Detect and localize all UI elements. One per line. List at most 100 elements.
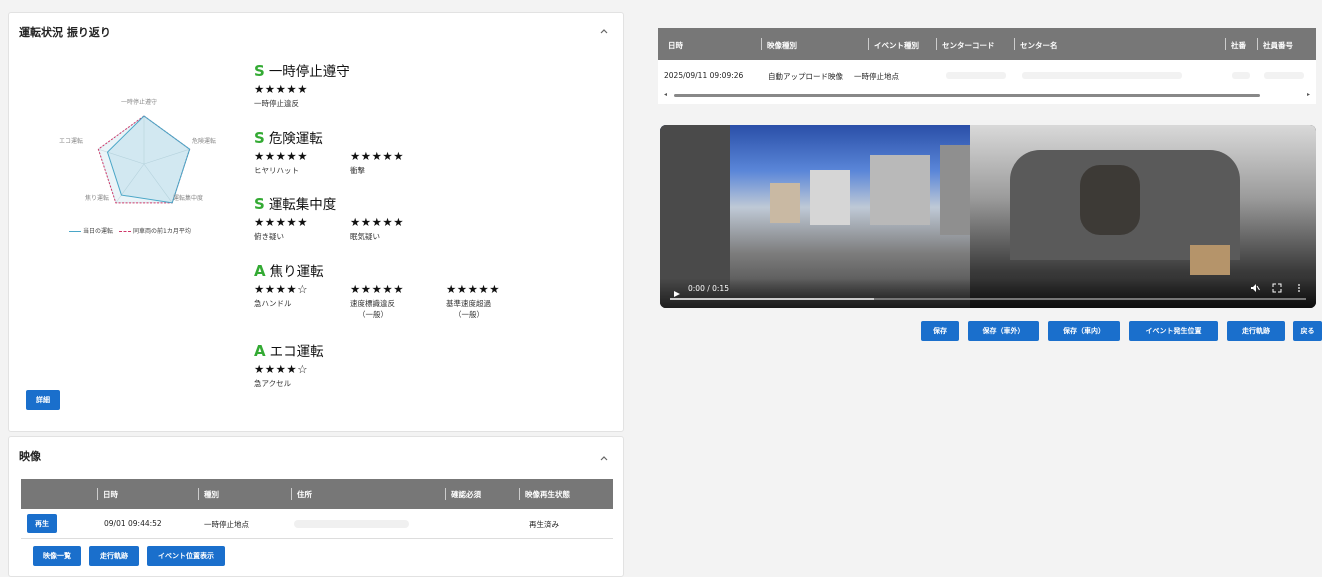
back-button[interactable]: 戻る <box>1293 321 1322 341</box>
video-list-button[interactable]: 映像一覧 <box>33 546 81 566</box>
header-play-status: 映像再生状態 <box>525 490 570 499</box>
score-item: ★★★★★ 速度標識違反 （一般） <box>350 282 446 320</box>
score-item: ★★★★☆ 急アクセル <box>254 362 350 389</box>
row-event-type: 一時停止地点 <box>854 72 899 81</box>
radar-axis-label: 運転集中度 <box>173 195 204 202</box>
scroll-right-icon[interactable]: ▸ <box>1307 91 1310 98</box>
fullscreen-icon[interactable] <box>1272 283 1282 293</box>
star-rating: ★★★★★ <box>350 149 405 163</box>
star-rating: ★★★★★ <box>350 282 405 296</box>
header-type: 種別 <box>204 490 219 499</box>
video-progress-bar[interactable] <box>670 298 1306 300</box>
video-table: 日時 種別 住所 確認必須 映像再生状態 再生 09/01 09:44:52 一… <box>21 479 613 539</box>
chevron-up-icon[interactable] <box>599 26 609 36</box>
header-video-type: 映像種別 <box>767 41 797 50</box>
header-center-name: センター名 <box>1020 41 1058 50</box>
scroll-left-icon[interactable]: ◂ <box>664 91 667 98</box>
radar-svg <box>97 115 191 204</box>
score-category-header: A エコ運転 <box>254 340 350 360</box>
score-items: ★★★★★ 俯き疑い ★★★★★ 眠気疑い <box>254 215 446 242</box>
row-video-type: 自動アップロード映像 <box>768 72 843 81</box>
radar-axis-label: 焦り運転 <box>85 195 110 202</box>
grade-badge: A <box>254 342 266 360</box>
score-category: S 一時停止遵守 ★★★★★ 一時停止違反 <box>254 60 350 109</box>
redacted-center-name <box>1022 72 1182 79</box>
score-item: ★★★★★ ヒヤリハット <box>254 149 350 176</box>
scroll-thumb[interactable] <box>674 94 1260 97</box>
redacted-address <box>294 520 409 528</box>
save-interior-button[interactable]: 保存（車内） <box>1048 321 1120 341</box>
redacted-employee-number <box>1264 72 1304 79</box>
video-progress-fill <box>670 298 874 300</box>
header-confirm-required: 確認必須 <box>451 490 481 499</box>
video-time: 0:00 / 0:15 <box>688 284 729 293</box>
header-datetime: 日時 <box>668 41 683 50</box>
horizontal-scrollbar[interactable]: ◂ ▸ <box>664 91 1310 99</box>
video-table-header: 日時 種別 住所 確認必須 映像再生状態 <box>21 479 613 509</box>
score-item-label: 急ハンドル <box>254 299 292 308</box>
score-category: S 危険運転 ★★★★★ ヒヤリハット ★★★★★ 衝撃 <box>254 127 446 176</box>
mute-icon[interactable] <box>1250 283 1260 293</box>
star-rating: ★★★★☆ <box>254 282 309 296</box>
score-items: ★★★★☆ 急ハンドル ★★★★★ 速度標識違反 （一般） ★★★★★ 基準速度超過 （一般） <box>254 282 542 320</box>
grade-badge: S <box>254 129 265 147</box>
header-center-code: センターコード <box>942 41 995 50</box>
header-address: 住所 <box>297 490 312 499</box>
score-item-label: 俯き疑い <box>254 232 284 241</box>
score-category: S 運転集中度 ★★★★★ 俯き疑い ★★★★★ 眠気疑い <box>254 193 446 242</box>
app-root: 運転状況 振り返り 一時停止遵守 危険運転 運転集中度 焦り運転 エコ運転 当日… <box>0 0 1322 577</box>
category-name: 一時停止遵守 <box>268 64 350 80</box>
route-trace-button[interactable]: 走行軌跡 <box>1227 321 1285 341</box>
route-trace-button[interactable]: 走行軌跡 <box>89 546 139 566</box>
legend-average: 同車両の前1カ月平均 <box>119 226 191 235</box>
score-item-label: ヒヤリハット <box>254 166 299 175</box>
header-company-number: 社番 <box>1231 41 1246 50</box>
event-table: 日時 映像種別 イベント種別 センターコード センター名 社番 社員番号 202… <box>658 28 1316 104</box>
score-item: ★★★★★ 基準速度超過 （一般） <box>446 282 542 320</box>
event-location-button[interactable]: イベント発生位置 <box>1129 321 1218 341</box>
star-rating: ★★★★☆ <box>254 362 309 376</box>
star-rating: ★★★★★ <box>350 215 405 229</box>
score-item: ★★★★★ 一時停止違反 <box>254 82 350 109</box>
radar-axis-label: 危険運転 <box>192 138 217 145</box>
category-name: 焦り運転 <box>269 264 324 280</box>
header-event-type: イベント種別 <box>874 41 919 50</box>
grade-badge: A <box>254 262 266 280</box>
score-item-label: 基準速度超過 （一般） <box>446 299 491 319</box>
score-items: ★★★★★ 一時停止違反 <box>254 82 350 109</box>
grade-badge: S <box>254 62 265 80</box>
header-employee-number: 社員番号 <box>1263 41 1293 50</box>
more-options-icon[interactable] <box>1294 283 1304 293</box>
score-item: ★★★★☆ 急ハンドル <box>254 282 350 320</box>
category-name: 運転集中度 <box>268 197 337 213</box>
redacted-center-code <box>946 72 1006 79</box>
video-player[interactable]: 0:00 / 0:15 <box>660 125 1316 308</box>
category-name: 危険運転 <box>268 131 323 147</box>
header-datetime: 日時 <box>103 490 118 499</box>
play-icon[interactable] <box>672 284 682 297</box>
save-exterior-button[interactable]: 保存（車外） <box>968 321 1039 341</box>
row-datetime: 09/01 09:44:52 <box>104 519 162 528</box>
video-panel: 映像 日時 種別 住所 確認必須 映像再生状態 再生 09/01 09:44:5… <box>8 436 624 577</box>
legend-today: 当日の運転 <box>69 226 113 235</box>
chevron-up-icon[interactable] <box>599 453 609 463</box>
score-category: A エコ運転 ★★★★☆ 急アクセル <box>254 340 350 389</box>
row-datetime: 2025/09/11 09:09:26 <box>664 71 744 80</box>
score-item-label: 速度標識違反 （一般） <box>350 299 395 319</box>
row-type: 一時停止地点 <box>204 520 249 529</box>
score-items: ★★★★☆ 急アクセル <box>254 362 350 389</box>
play-button[interactable]: 再生 <box>27 514 57 533</box>
detail-button[interactable]: 詳細 <box>26 390 60 410</box>
table-row: 再生 09/01 09:44:52 一時停止地点 再生済み <box>21 509 613 539</box>
save-button[interactable]: 保存 <box>921 321 959 341</box>
event-location-button[interactable]: イベント位置表示 <box>147 546 225 566</box>
table-row[interactable]: 2025/09/11 09:09:26 自動アップロード映像 一時停止地点 <box>658 60 1316 90</box>
event-table-header: 日時 映像種別 イベント種別 センターコード センター名 社番 社員番号 <box>658 28 1316 60</box>
panel-title: 運転状況 振り返り <box>19 26 111 39</box>
radar-axis-label: エコ運転 <box>59 138 84 145</box>
score-item: ★★★★★ 眠気疑い <box>350 215 446 242</box>
score-item-label: 衝撃 <box>350 166 365 175</box>
category-name: エコ運転 <box>269 344 324 360</box>
star-rating: ★★★★★ <box>254 215 309 229</box>
radar-axis-label: 一時停止遵守 <box>121 99 158 106</box>
